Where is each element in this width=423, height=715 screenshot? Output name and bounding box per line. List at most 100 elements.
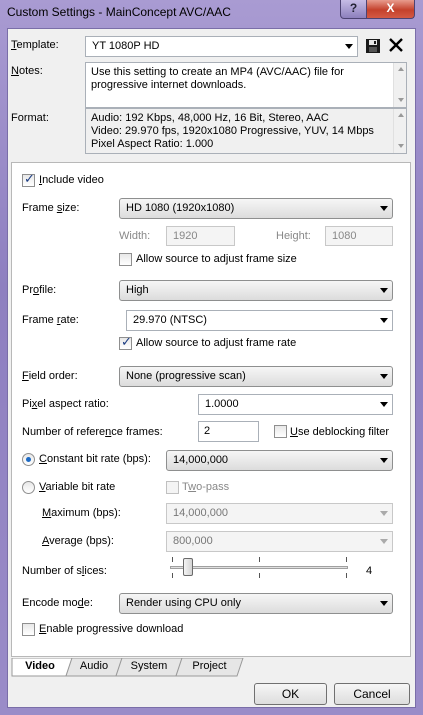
slider-tick xyxy=(172,573,173,578)
two-pass-checkbox[interactable] xyxy=(166,481,179,494)
template-label: Template: xyxy=(11,39,59,51)
scroll-down-icon xyxy=(398,144,404,148)
allow-frame-rate-checkbox[interactable] xyxy=(119,335,132,350)
tab-video[interactable]: Video xyxy=(12,658,68,675)
scroll-up-icon xyxy=(398,67,404,71)
ok-button[interactable]: OK xyxy=(254,683,327,705)
slices-label: Number of slices: xyxy=(22,565,107,577)
width-value: 1920 xyxy=(173,230,198,242)
slider-tick xyxy=(346,573,347,578)
chevron-down-icon xyxy=(380,206,388,211)
scroll-up-icon xyxy=(398,113,404,117)
template-select[interactable]: YT 1080P HD xyxy=(85,36,358,57)
encode-mode-select[interactable]: Render using CPU only xyxy=(119,593,393,614)
save-icon[interactable] xyxy=(365,38,381,54)
tab-strip: Video Audio System Project xyxy=(11,658,411,677)
frame-rate-select[interactable]: 29.970 (NTSC) xyxy=(126,310,393,331)
template-value: YT 1080P HD xyxy=(92,40,160,52)
progressive-download-checkbox[interactable] xyxy=(22,623,35,636)
chevron-down-icon xyxy=(345,44,353,49)
vbr-label: Variable bit rate xyxy=(39,481,116,493)
ref-frames-input[interactable]: 2 xyxy=(198,421,259,442)
notes-field[interactable]: Use this setting to create an MP4 (AVC/A… xyxy=(85,62,407,108)
chevron-down-icon xyxy=(380,402,388,407)
video-panel: Include video Frame size: HD 1080 (1920x… xyxy=(11,162,411,657)
format-line-par: Pixel Aspect Ratio: 1.000 xyxy=(91,138,214,150)
allow-frame-size-checkbox[interactable] xyxy=(119,253,132,266)
close-button[interactable]: X xyxy=(366,0,415,19)
vbr-radio[interactable] xyxy=(22,481,35,494)
cancel-button[interactable]: Cancel xyxy=(334,683,410,705)
cbr-radio[interactable] xyxy=(22,453,35,466)
tab-system[interactable]: System xyxy=(119,658,179,675)
slider-track xyxy=(170,566,348,569)
chevron-down-icon xyxy=(380,458,388,463)
dialog-window: Custom Settings - MainConcept AVC/AAC ? … xyxy=(0,0,423,715)
slices-slider[interactable] xyxy=(170,553,350,583)
profile-select[interactable]: High xyxy=(119,280,393,301)
average-label: Average (bps): xyxy=(42,535,114,547)
chevron-down-icon xyxy=(380,318,388,323)
notes-text: Use this setting to create an MP4 (AVC/A… xyxy=(91,66,344,91)
height-input[interactable]: 1080 xyxy=(325,226,393,246)
pixel-aspect-value: 1.0000 xyxy=(205,398,239,410)
field-order-select[interactable]: None (progressive scan) xyxy=(119,366,393,387)
delete-icon[interactable] xyxy=(388,37,404,53)
average-value: 800,000 xyxy=(173,535,213,547)
scroll-down-icon xyxy=(398,98,404,102)
field-order-label: Field order: xyxy=(22,370,78,382)
format-line-video: Video: 29.970 fps, 1920x1080 Progressive… xyxy=(91,125,374,137)
maximum-value: 14,000,000 xyxy=(173,507,229,519)
title-bar[interactable]: Custom Settings - MainConcept AVC/AAC ? … xyxy=(0,0,423,26)
deblocking-checkbox[interactable] xyxy=(274,425,287,438)
width-input[interactable]: 1920 xyxy=(166,226,235,246)
profile-label: Profile: xyxy=(22,284,57,296)
slider-tick xyxy=(259,573,260,578)
cbr-select[interactable]: 14,000,000 xyxy=(166,450,393,471)
format-scrollbar[interactable] xyxy=(393,109,406,153)
format-label: Format: xyxy=(11,112,49,124)
help-button[interactable]: ? xyxy=(340,0,367,19)
tab-project[interactable]: Project xyxy=(179,658,240,675)
encode-mode-label: Encode mode: xyxy=(22,597,93,609)
format-field: Audio: 192 Kbps, 48,000 Hz, 16 Bit, Ster… xyxy=(85,108,407,154)
ref-frames-label: Number of reference frames: xyxy=(22,426,163,438)
frame-size-select[interactable]: HD 1080 (1920x1080) xyxy=(119,198,393,219)
frame-size-label: Frame size: xyxy=(22,202,80,214)
frame-rate-value: 29.970 (NTSC) xyxy=(133,314,207,326)
tab-audio[interactable]: Audio xyxy=(69,658,119,675)
slider-thumb[interactable] xyxy=(183,558,193,576)
chevron-down-icon xyxy=(380,539,388,544)
window-title: Custom Settings - MainConcept AVC/AAC xyxy=(7,5,231,19)
height-label: Height: xyxy=(276,230,311,242)
dialog-client: Template: YT 1080P HD Notes: Use this se… xyxy=(7,28,416,708)
chevron-down-icon xyxy=(380,511,388,516)
slices-value: 4 xyxy=(366,565,373,577)
notes-label: Notes: xyxy=(11,65,43,77)
width-label: Width: xyxy=(119,230,151,242)
slider-tick xyxy=(346,557,347,562)
slider-tick xyxy=(259,557,260,562)
format-line-audio: Audio: 192 Kbps, 48,000 Hz, 16 Bit, Ster… xyxy=(91,112,329,124)
chevron-down-icon xyxy=(380,288,388,293)
pixel-aspect-select[interactable]: 1.0000 xyxy=(198,394,393,415)
profile-value: High xyxy=(126,284,149,296)
frame-size-value: HD 1080 (1920x1080) xyxy=(126,202,235,214)
include-video-checkbox[interactable] xyxy=(22,172,35,187)
cbr-label: Constant bit rate (bps): xyxy=(39,453,151,465)
height-value: 1080 xyxy=(332,230,357,242)
two-pass-label: Two-pass xyxy=(182,481,230,493)
chevron-down-icon xyxy=(380,374,388,379)
encode-mode-value: Render using CPU only xyxy=(126,597,241,609)
notes-scrollbar[interactable] xyxy=(393,63,406,107)
maximum-select[interactable]: 14,000,000 xyxy=(166,503,393,524)
field-order-value: None (progressive scan) xyxy=(126,370,246,382)
deblocking-label: Use deblocking filter xyxy=(290,426,390,438)
slider-tick xyxy=(172,557,173,562)
allow-frame-rate-label: Allow source to adjust frame rate xyxy=(136,337,297,349)
frame-rate-label: Frame rate: xyxy=(22,314,79,326)
cbr-value: 14,000,000 xyxy=(173,454,229,466)
chevron-down-icon xyxy=(380,601,388,606)
average-select[interactable]: 800,000 xyxy=(166,531,393,552)
pixel-aspect-label: Pixel aspect ratio: xyxy=(22,398,109,410)
